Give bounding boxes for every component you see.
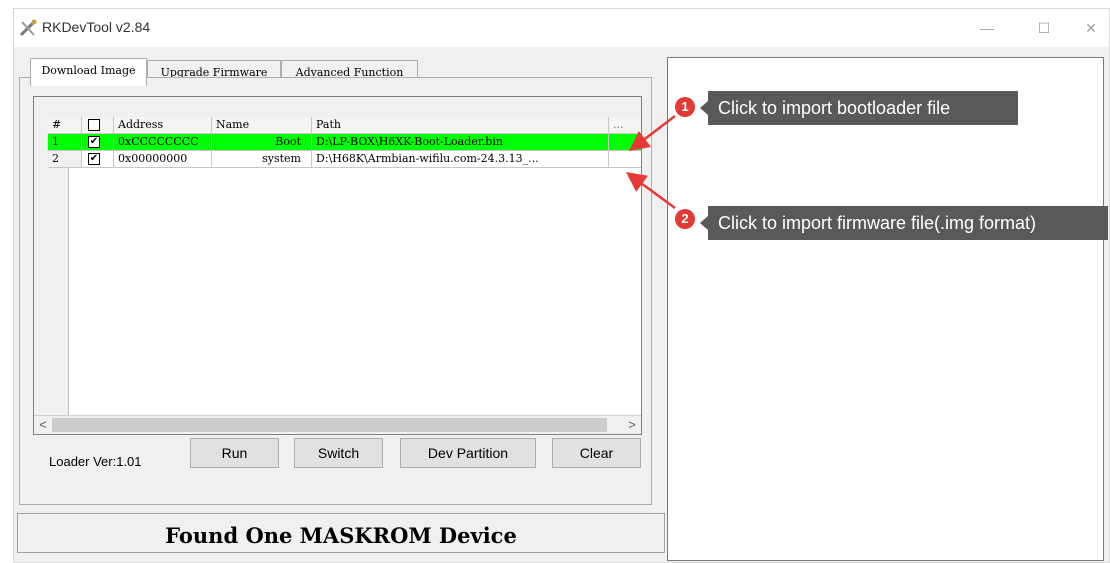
- col-header-address[interactable]: Address: [114, 117, 212, 134]
- dev-partition-button[interactable]: Dev Partition: [400, 438, 536, 468]
- close-button[interactable]: ✕: [1076, 15, 1106, 41]
- table-top-band: [34, 97, 641, 118]
- image-table[interactable]: # Address Name Path ... 1 ✔ 0xCCCCCCCC B…: [33, 96, 642, 435]
- select-all-checkbox[interactable]: [88, 119, 100, 131]
- tools-icon: [19, 19, 37, 37]
- row-checkbox[interactable]: ✔: [88, 136, 100, 148]
- row-browse-cell[interactable]: [609, 151, 641, 168]
- row-checkbox[interactable]: ✔: [88, 153, 100, 165]
- loader-version-label: Loader Ver:1.01: [49, 454, 142, 469]
- row-browse-cell[interactable]: [609, 134, 641, 151]
- scroll-left-arrow[interactable]: <: [34, 416, 52, 434]
- switch-button[interactable]: Switch: [294, 438, 383, 468]
- tab-download-image[interactable]: Download Image: [30, 58, 147, 86]
- annotation-callout-1: Click to import bootloader file: [700, 91, 1018, 125]
- col-header-check[interactable]: [82, 117, 114, 134]
- window-title: RKDevTool v2.84: [42, 19, 151, 35]
- status-bar: Found One MASKROM Device: [17, 513, 665, 553]
- row-name[interactable]: system: [212, 151, 312, 168]
- annotation-badge-1: 1: [675, 97, 695, 117]
- row-name[interactable]: Boot: [212, 134, 312, 151]
- annotation-callout-2: Click to import firmware file(.img forma…: [700, 206, 1108, 240]
- row-address[interactable]: 0xCCCCCCCC: [114, 134, 212, 151]
- row-address[interactable]: 0x00000000: [114, 151, 212, 168]
- scrollbar-thumb[interactable]: [52, 418, 607, 432]
- run-button[interactable]: Run: [190, 438, 279, 468]
- title-bar[interactable]: RKDevTool v2.84 — ☐ ✕: [14, 9, 1109, 47]
- row-checkbox-cell[interactable]: ✔: [82, 134, 114, 151]
- scroll-right-arrow[interactable]: >: [623, 416, 641, 434]
- clear-button[interactable]: Clear: [552, 438, 641, 468]
- col-header-path[interactable]: Path: [312, 117, 609, 134]
- row-path[interactable]: D:\LP-BOX\H6XK-Boot-Loader.bin: [312, 134, 609, 151]
- row-number: 2: [48, 151, 82, 168]
- horizontal-scrollbar[interactable]: < >: [34, 415, 641, 434]
- maximize-button[interactable]: ☐: [1029, 15, 1059, 41]
- col-header-name[interactable]: Name: [212, 117, 312, 134]
- col-header-browse[interactable]: ...: [609, 117, 641, 134]
- minimize-button[interactable]: —: [972, 15, 1002, 41]
- log-panel[interactable]: [667, 57, 1104, 561]
- col-header-number[interactable]: #: [48, 117, 82, 134]
- annotation-badge-2: 2: [675, 209, 695, 229]
- row-path[interactable]: D:\H68K\Armbian-wifilu.com-24.3.13_...: [312, 151, 609, 168]
- row-number: 1: [48, 134, 82, 151]
- row-checkbox-cell[interactable]: ✔: [82, 151, 114, 168]
